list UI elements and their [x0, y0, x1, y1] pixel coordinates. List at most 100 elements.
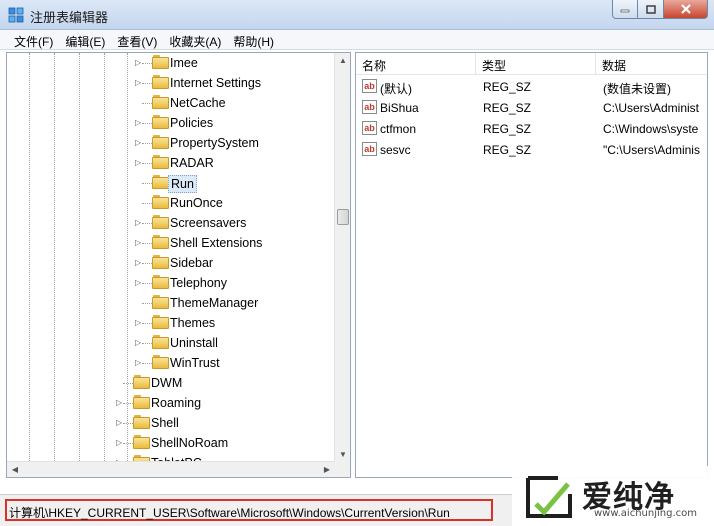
string-value-icon: ab — [362, 100, 377, 114]
tree-item-label: DWM — [151, 376, 183, 390]
list-header: 名称 类型 数据 — [356, 53, 707, 75]
registry-values-pane[interactable]: 名称 类型 数据 ab (默认) REG_SZ (数值未设置) ab BiShua REG_… — [355, 52, 708, 478]
expand-arrow-icon[interactable]: ▷ — [116, 417, 125, 428]
tree-item-label: Sidebar — [170, 256, 214, 270]
expand-arrow-icon[interactable]: ▷ — [135, 57, 144, 68]
expand-arrow-icon[interactable]: ▷ — [135, 157, 144, 168]
tree-item-label: Themes — [170, 316, 216, 330]
tree-horizontal-scrollbar[interactable]: ◀ ▶ — [7, 461, 335, 477]
column-header-name[interactable]: 名称 — [356, 53, 476, 75]
brand-logo-icon — [526, 476, 572, 518]
expand-arrow-icon[interactable]: ▷ — [135, 237, 144, 248]
column-header-type[interactable]: 类型 — [476, 53, 596, 75]
value-data-cell: "C:\Users\Adminis — [603, 143, 700, 157]
maximize-button[interactable] — [638, 0, 664, 19]
tree-vertical-scrollbar[interactable]: ▲ ▼ — [334, 53, 350, 463]
expand-arrow-icon[interactable]: ▷ — [135, 277, 144, 288]
tree-item-label: Policies — [170, 116, 214, 130]
value-data-cell: C:\Windows\syste — [603, 122, 699, 136]
tree-item-thememanager[interactable]: ThemeManager — [7, 293, 335, 313]
tree-item-shellnoroam[interactable]: ▷ ShellNoRoam — [7, 433, 335, 453]
watermark: 爱纯净 www.aichunjing.com — [512, 466, 714, 526]
regedit-app-icon — [8, 7, 24, 23]
string-value-icon: ab — [362, 79, 377, 93]
tree-item-dwm[interactable]: DWM — [7, 373, 335, 393]
folder-icon — [152, 95, 169, 109]
tree-item-wintrust[interactable]: ▷ WinTrust — [7, 353, 335, 373]
tree-item-label: ThemeManager — [170, 296, 259, 310]
tree-scroll-thumb[interactable] — [337, 209, 349, 225]
tree-item-label: RADAR — [170, 156, 214, 170]
tree-item-shell[interactable]: ▷ Shell — [7, 413, 335, 433]
value-type-cell: REG_SZ — [483, 122, 532, 136]
tree-item-shell-extensions[interactable]: ▷ Shell Extensions — [7, 233, 335, 253]
caption-buttons — [612, 0, 708, 20]
expand-arrow-icon[interactable]: ▷ — [116, 437, 125, 448]
menu-favorites[interactable]: 收藏夹(A) — [163, 30, 227, 50]
folder-icon — [152, 215, 169, 229]
folder-icon — [133, 395, 150, 409]
tree-item-run[interactable]: Run — [7, 173, 335, 193]
expand-arrow-icon[interactable]: ▷ — [135, 217, 144, 228]
folder-icon — [152, 235, 169, 249]
tree-item-netcache[interactable]: NetCache — [7, 93, 335, 113]
scroll-right-icon[interactable]: ▶ — [319, 462, 335, 477]
maximize-icon — [645, 4, 656, 14]
tree-item-label: Run — [168, 175, 197, 193]
expand-arrow-icon[interactable]: ▷ — [135, 317, 144, 328]
tree-connector — [142, 203, 152, 204]
folder-icon — [152, 335, 169, 349]
menu-bar: 文件(F) 编辑(E) 查看(V) 收藏夹(A) 帮助(H) — [0, 30, 714, 50]
minimize-button[interactable] — [612, 0, 638, 19]
tree-item-themes[interactable]: ▷ Themes — [7, 313, 335, 333]
folder-icon — [133, 435, 150, 449]
scroll-up-icon[interactable]: ▲ — [335, 53, 350, 69]
registry-tree-pane[interactable]: ▷ Imee ▷ Internet Settings NetCache ▷ Policies… — [6, 52, 351, 478]
column-header-data[interactable]: 数据 — [596, 53, 707, 75]
menu-file[interactable]: 文件(F) — [8, 30, 59, 50]
menu-edit[interactable]: 编辑(E) — [59, 30, 111, 50]
scrollbar-corner — [334, 461, 350, 477]
expand-arrow-icon[interactable]: ▷ — [135, 257, 144, 268]
tree-item-label: PropertySystem — [170, 136, 259, 150]
value-row[interactable]: ab (默认) REG_SZ (数值未设置) — [356, 76, 707, 97]
folder-icon — [152, 55, 169, 69]
expand-arrow-icon[interactable]: ▷ — [116, 397, 125, 408]
menu-help[interactable]: 帮助(H) — [227, 30, 280, 50]
tree-item-imee[interactable]: ▷ Imee — [7, 53, 335, 73]
folder-icon — [152, 195, 169, 209]
scroll-left-icon[interactable]: ◀ — [7, 462, 23, 477]
tree-item-label: Imee — [170, 56, 198, 70]
expand-arrow-icon[interactable]: ▷ — [135, 357, 144, 368]
value-row[interactable]: ab sesvc REG_SZ "C:\Users\Adminis — [356, 139, 707, 160]
expand-arrow-icon[interactable]: ▷ — [135, 77, 144, 88]
tree-item-radar[interactable]: ▷ RADAR — [7, 153, 335, 173]
value-row[interactable]: ab ctfmon REG_SZ C:\Windows\syste — [356, 118, 707, 139]
tree-item-telephony[interactable]: ▷ Telephony — [7, 273, 335, 293]
folder-icon — [152, 75, 169, 89]
value-row[interactable]: ab BiShua REG_SZ C:\Users\Administ — [356, 97, 707, 118]
value-type-cell: REG_SZ — [483, 101, 532, 115]
folder-icon — [152, 115, 169, 129]
tree-item-label: NetCache — [170, 96, 226, 110]
tree-item-policies[interactable]: ▷ Policies — [7, 113, 335, 133]
menu-view[interactable]: 查看(V) — [111, 30, 163, 50]
tree-item-roaming[interactable]: ▷ Roaming — [7, 393, 335, 413]
tree-item-runonce[interactable]: RunOnce — [7, 193, 335, 213]
value-data-cell: (数值未设置) — [603, 82, 671, 96]
tree-item-internet-settings[interactable]: ▷ Internet Settings — [7, 73, 335, 93]
tree-item-uninstall[interactable]: ▷ Uninstall — [7, 333, 335, 353]
tree-item-sidebar[interactable]: ▷ Sidebar — [7, 253, 335, 273]
close-button[interactable] — [664, 0, 708, 19]
tree-connector — [142, 183, 152, 184]
title-bar: 注册表编辑器 — [0, 0, 714, 30]
tree-item-label: Shell Extensions — [170, 236, 263, 250]
folder-icon — [152, 175, 169, 189]
expand-arrow-icon[interactable]: ▷ — [135, 117, 144, 128]
expand-arrow-icon[interactable]: ▷ — [135, 137, 144, 148]
value-name-cell: BiShua — [380, 101, 419, 115]
expand-arrow-icon[interactable]: ▷ — [135, 337, 144, 348]
value-type-cell: REG_SZ — [483, 80, 532, 94]
tree-item-screensavers[interactable]: ▷ Screensavers — [7, 213, 335, 233]
tree-item-propertysystem[interactable]: ▷ PropertySystem — [7, 133, 335, 153]
